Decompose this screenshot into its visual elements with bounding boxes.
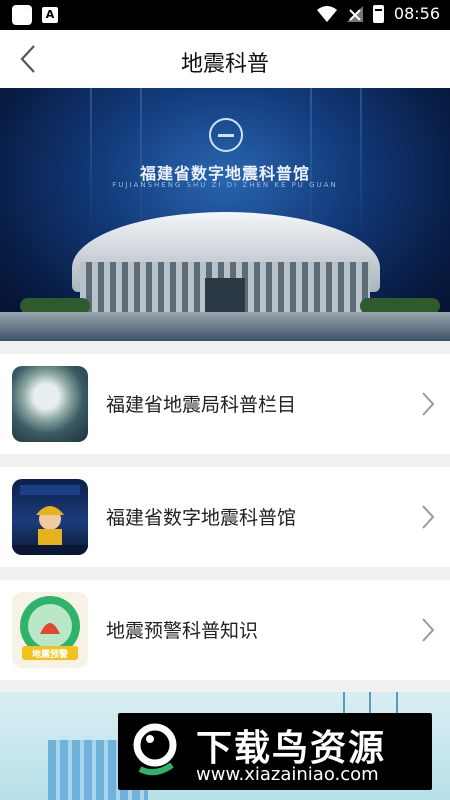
list-item-label: 福建省数字地震科普馆 [106,507,297,529]
wifi-icon [316,5,337,22]
watermark: 下载鸟资源 www.xiazainiao.com [118,713,432,790]
chevron-right-icon [422,505,435,529]
clock: 08:56 [393,4,440,23]
status-bar: A 08:56 [0,0,450,30]
plaza [0,312,450,341]
museum-entrance [205,278,245,312]
chevron-right-icon [422,392,435,416]
list-item[interactable]: 地震预警 地震预警科普知识 [0,580,450,680]
title-bar: 地震科普 [0,30,450,88]
icon-caption: 地震预警 [32,648,68,660]
list-item-label: 福建省地震局科普栏目 [106,394,297,416]
page-title: 地震科普 [180,52,269,77]
chevron-right-icon [422,618,435,642]
list-item[interactable]: 福建省地震局科普栏目 [0,354,450,454]
list-item[interactable]: 福建省数字地震科普馆 [0,467,450,567]
early-warning-icon: 地震预警 [12,592,88,668]
seismology-logo-icon [209,118,243,152]
list-item-label: 地震预警科普知识 [106,620,259,642]
no-signal-icon [346,5,363,22]
banner-subtitle: FUJIANSHENG SHU ZI DI ZHEN KE PU GUAN [112,181,338,189]
watermark-url: www.xiazainiao.com [196,764,379,785]
battery-icon [372,4,384,23]
globe-icon [12,366,88,442]
bird-logo-icon [133,723,177,776]
font-notification-icon: A [42,7,58,23]
museum-mascot-icon [12,479,88,555]
notification-icon [12,5,32,25]
banner-image[interactable]: 福建省数字地震科普馆 FUJIANSHENG SHU ZI DI ZHEN KE… [0,88,450,341]
